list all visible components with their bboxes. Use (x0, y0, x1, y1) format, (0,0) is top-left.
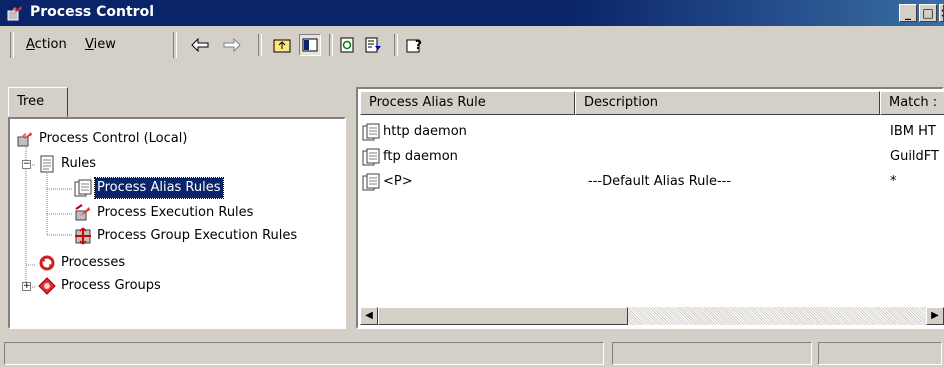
tree-item-process-execution-rules[interactable]: Process Execution Rules (74, 203, 255, 223)
tree-item-label: Process Group Execution Rules (97, 228, 298, 243)
tree-item-rules[interactable]: Rules (38, 154, 98, 174)
status-pane-3 (818, 342, 942, 365)
table-row[interactable]: ftp daemon GuildFT (362, 146, 942, 168)
table-row[interactable]: http daemon IBM HT (362, 121, 942, 143)
alias-rule-icon (362, 173, 380, 190)
column-header-label: Description (584, 95, 659, 110)
tree-item-label: Process Groups (61, 278, 161, 293)
show-hide-tree-icon (302, 38, 318, 52)
back-button[interactable] (189, 34, 211, 56)
toolbar-separator (329, 34, 333, 56)
rules-folder-icon (40, 155, 54, 172)
action-menu[interactable]: Action (26, 37, 67, 52)
row-name: http daemon (383, 124, 467, 139)
tree-item-process-group-execution-rules[interactable]: Process Group Execution Rules (74, 226, 299, 246)
forward-button[interactable] (221, 34, 243, 56)
column-header-match[interactable]: Match : (880, 91, 944, 115)
row-name: <P> (383, 174, 413, 189)
action-menu-accel: A (26, 37, 35, 52)
action-menu-label: ction (34, 37, 67, 52)
status-pane-main (4, 342, 604, 365)
svg-text:?: ? (415, 38, 422, 52)
tab-tree-label: Tree (17, 94, 45, 109)
close-button[interactable]: × (939, 4, 944, 22)
tree-item-label: Process Execution Rules (97, 205, 254, 220)
row-match: * (890, 174, 897, 189)
tree-item-process-control[interactable]: Process Control (Local) (16, 129, 189, 149)
up-one-level-button[interactable] (271, 34, 293, 56)
table-row[interactable]: <P> ---Default Alias Rule--- * (362, 171, 942, 193)
maximize-button[interactable]: □ (919, 4, 937, 22)
list-pane[interactable]: Process Alias Rule Description Match : h… (356, 87, 944, 329)
column-header-label: Match : (889, 95, 938, 110)
processes-icon (39, 255, 55, 270)
status-bar (0, 340, 944, 367)
refresh-icon (340, 37, 354, 53)
tree-pane[interactable]: Process Control (Local) − Rules Process … (8, 117, 346, 329)
help-button[interactable]: ? (404, 34, 426, 56)
execution-rules-icon (75, 203, 90, 220)
minimize-button[interactable]: _ (899, 4, 917, 22)
refresh-button[interactable] (336, 34, 358, 56)
tree-item-label: Process Alias Rules (94, 177, 224, 199)
horizontal-scrollbar[interactable]: ◀ ▶ (360, 307, 944, 325)
back-arrow-icon (191, 38, 209, 52)
alias-rules-icon (74, 179, 92, 196)
alias-rule-icon (362, 148, 380, 165)
scrollbar-thumb[interactable] (378, 307, 628, 325)
tree-item-label: Processes (61, 255, 126, 270)
process-control-icon (7, 6, 22, 21)
tab-tree[interactable]: Tree (8, 87, 68, 117)
view-menu[interactable]: View (85, 37, 116, 52)
toolbar-grip-2[interactable] (173, 32, 177, 58)
row-description: ---Default Alias Rule--- (588, 174, 732, 189)
export-list-icon (365, 37, 381, 53)
toolbar: Action View ? (0, 27, 944, 63)
view-menu-label: iew (93, 37, 116, 52)
tree-item-process-groups[interactable]: Process Groups (38, 276, 163, 296)
column-header-label: Process Alias Rule (369, 95, 486, 110)
row-match: GuildFT (890, 149, 939, 164)
expand-process-groups-toggle[interactable]: + (22, 282, 31, 291)
scroll-right-button[interactable]: ▶ (926, 307, 944, 325)
tree-item-process-alias-rules[interactable]: Process Alias Rules (74, 177, 224, 199)
show-hide-tree-button[interactable] (299, 34, 321, 56)
row-match: IBM HT (890, 124, 936, 139)
tree-item-processes[interactable]: Processes (38, 253, 127, 273)
title-bar[interactable]: Process Control _ □ × (0, 0, 944, 26)
window-title: Process Control (30, 4, 154, 20)
row-name: ftp daemon (383, 149, 458, 164)
up-folder-icon (273, 39, 291, 53)
process-control-icon (17, 131, 32, 146)
collapse-rules-toggle[interactable]: − (22, 160, 31, 169)
column-header-description[interactable]: Description (575, 91, 880, 115)
group-execution-rules-icon (75, 226, 91, 245)
tree-item-label: Process Control (Local) (39, 131, 188, 146)
toolbar-separator (394, 34, 398, 56)
status-pane-2 (612, 342, 812, 365)
tree-item-label: Rules (61, 156, 97, 171)
export-list-button[interactable] (363, 34, 385, 56)
forward-arrow-icon (223, 38, 241, 52)
view-menu-accel: V (85, 37, 94, 52)
toolbar-separator (258, 34, 262, 56)
scroll-left-button[interactable]: ◀ (360, 307, 378, 325)
process-groups-icon (38, 276, 56, 295)
column-header-process-alias-rule[interactable]: Process Alias Rule (360, 91, 575, 115)
process-control-window: Process Control _ □ × Action View (0, 0, 944, 367)
help-icon: ? (406, 38, 422, 53)
toolbar-grip[interactable] (10, 32, 14, 58)
alias-rule-icon (362, 123, 380, 140)
